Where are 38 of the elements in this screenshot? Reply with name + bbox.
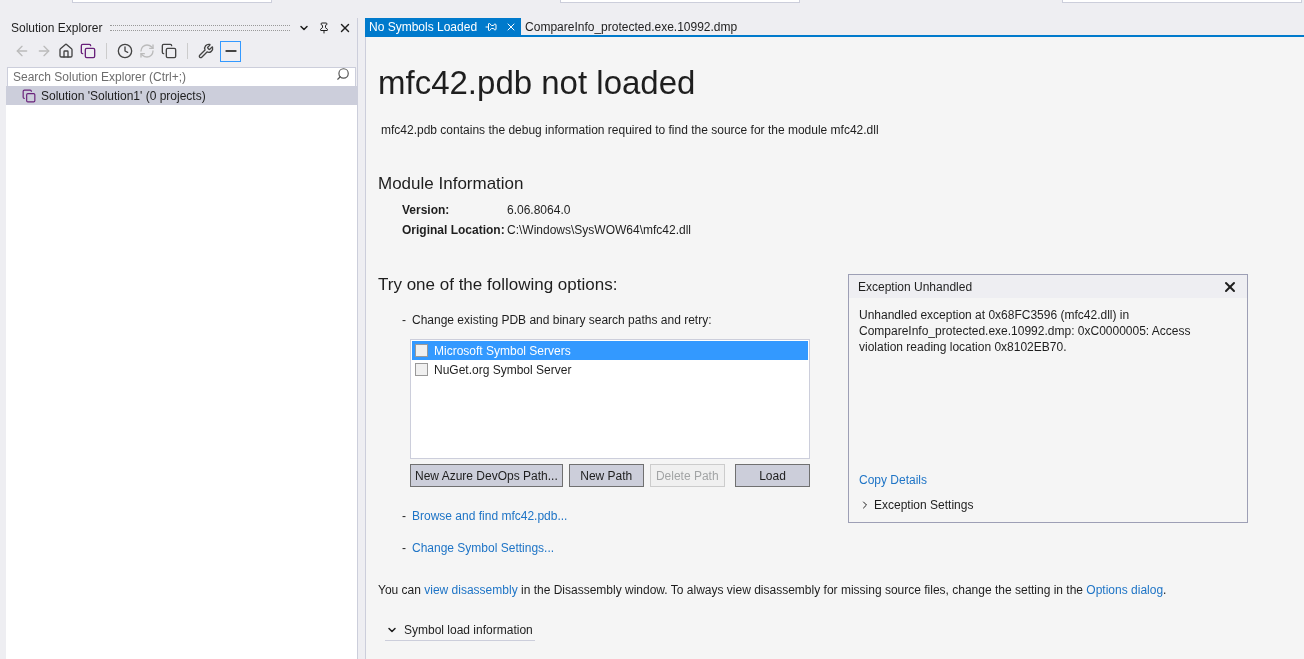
info-value: 6.06.8064.0 [507,201,572,219]
search-field[interactable]: Search Solution Explorer (Ctrl+;) [7,67,356,87]
close-icon[interactable] [338,21,352,35]
preview-toggle-icon[interactable] [220,40,241,62]
option-link[interactable]: Change Symbol Settings... [412,539,555,557]
page-title: mfc42.pdb not loaded [378,63,697,103]
list-item[interactable]: NuGet.org Symbol Server [412,360,808,379]
wrench-icon[interactable] [198,43,214,59]
clock-icon[interactable] [117,43,133,59]
section-heading: Module Information [378,173,524,195]
section-heading: Try one of the following options: [378,273,618,296]
popup-title: Exception Unhandled [858,278,973,296]
disassembly-note: You can view disassembly in the Disassembly window. To always view disassembly for missing source files, change the setting in the Options dialog. [378,582,1168,599]
tree-item[interactable]: Solution 'Solution1' (0 projects) [6,86,357,105]
home-icon[interactable] [58,43,74,59]
info-label: Version: [402,201,451,219]
option-link[interactable]: Browse and find mfc42.pdb... [412,507,568,525]
copy-details-link[interactable]: Copy Details [859,471,928,489]
option-text: Change existing PDB and binary search paths and retry: [412,312,712,329]
description-text: mfc42.pdb contains the debug information required to find the source for the module mfc42.dll [381,122,880,139]
checkbox[interactable] [415,363,428,376]
info-label: Original Location: [402,221,506,239]
pin-icon[interactable] [318,22,330,34]
info-value: C:\Windows\SysWOW64\mfc42.dll [507,221,692,239]
action-button[interactable]: New Azure DevOps Path... [410,464,563,487]
document-tab[interactable]: CompareInfo_protected.exe.10992.dmp [521,18,742,35]
exception-settings-expander[interactable]: Exception Settings [859,496,974,514]
search-icon[interactable] [336,67,350,81]
exception-message: Unhandled exception at 0x68FC3596 (mfc42.dll) in CompareInfo_protected.exe.10992.dmp: 0xC0000005: Access violation reading location 0x8102EB70. [858,307,1192,355]
bullet-dash: - [402,508,406,525]
bullet-dash: - [402,540,406,557]
panel-title: Solution Explorer [11,20,103,37]
checkbox[interactable] [415,344,428,357]
action-button[interactable]: New Path [568,464,644,487]
symbol-load-expander[interactable]: Symbol load information [385,619,535,641]
bullet-dash: - [402,312,406,329]
action-button[interactable]: Load [735,464,810,487]
view-disassembly-link[interactable]: view disassembly [424,583,518,597]
